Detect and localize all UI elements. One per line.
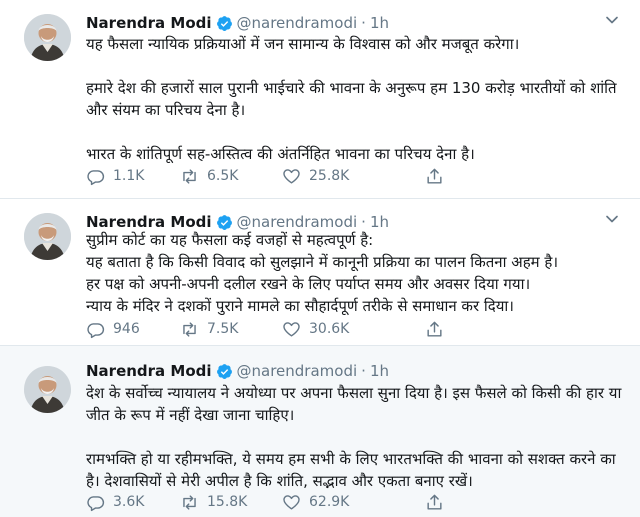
like-button[interactable]: 62.9K: [282, 493, 349, 512]
tweet-header: Narendra Modi @narendramodi · 1h: [86, 12, 389, 34]
separator-dot: ·: [361, 14, 366, 32]
retweet-count: 15.8K: [207, 494, 248, 510]
heart-icon: [283, 494, 300, 510]
retweet-icon: [183, 168, 196, 184]
like-button[interactable]: 25.8K: [282, 167, 349, 186]
verified-badge-icon: [216, 363, 233, 380]
like-count: 30.6K: [309, 321, 350, 337]
avatar[interactable]: [24, 366, 71, 413]
avatar[interactable]: [24, 14, 71, 61]
tweet-text: यह फैसला न्यायिक प्रक्रियाओं में जन सामा…: [86, 33, 626, 165]
like-button[interactable]: 30.6K: [282, 320, 349, 339]
share-icon: [427, 494, 442, 510]
tweet-paragraph: यह फैसला न्यायिक प्रक्रियाओं में जन सामा…: [86, 35, 520, 53]
tweet-paragraph: यह बताता है कि किसी विवाद को सुलझाने में…: [86, 253, 559, 271]
tweet-paragraph: भारत के शांतिपूर्ण सह-अस्तित्व की अंतर्न…: [86, 145, 475, 163]
reply-button[interactable]: 946: [86, 320, 140, 339]
heart-icon: [283, 168, 300, 184]
like-count: 25.8K: [309, 168, 350, 184]
tweet-actions: 946 7.5K 30.6K: [86, 317, 536, 341]
reply-button[interactable]: 3.6K: [86, 493, 144, 512]
tweet-3[interactable]: Narendra Modi @narendramodi · 1h देश के …: [0, 346, 640, 517]
reply-count: 946: [113, 321, 140, 337]
share-icon: [427, 168, 442, 184]
avatar-image: [24, 213, 71, 260]
retweet-count: 6.5K: [207, 168, 239, 184]
tweet-actions: 1.1K 6.5K 25.8K: [86, 164, 536, 188]
tweet-paragraph: सुप्रीम कोर्ट का यह फैसला कई वजहों से मह…: [86, 231, 374, 249]
author-name[interactable]: Narendra Modi: [86, 362, 212, 380]
tweet-paragraph: देश के सर्वोच्च न्यायालय ने अयोध्या पर अ…: [86, 384, 622, 424]
reply-icon: [87, 495, 105, 511]
retweet-button[interactable]: 15.8K: [180, 493, 247, 512]
reply-button[interactable]: 1.1K: [86, 167, 144, 186]
reply-count: 3.6K: [113, 494, 145, 510]
chevron-down-icon[interactable]: [602, 10, 622, 30]
share-button[interactable]: [425, 320, 452, 339]
retweet-button[interactable]: 7.5K: [180, 320, 238, 339]
share-icon: [427, 321, 442, 337]
separator-dot: ·: [361, 362, 366, 380]
author-handle[interactable]: @narendramodi: [237, 14, 358, 32]
tweet-header: Narendra Modi @narendramodi · 1h: [86, 360, 389, 382]
reply-count: 1.1K: [113, 168, 145, 184]
retweet-icon: [183, 321, 196, 337]
retweet-button[interactable]: 6.5K: [180, 167, 238, 186]
verified-badge-icon: [216, 214, 233, 231]
retweet-icon: [183, 494, 196, 510]
tweet-text: सुप्रीम कोर्ट का यह फैसला कई वजहों से मह…: [86, 229, 626, 317]
share-button[interactable]: [425, 167, 452, 186]
tweet-feed: Narendra Modi @narendramodi · 1h यह फैसल…: [0, 0, 640, 517]
heart-icon: [283, 321, 300, 337]
tweet-1[interactable]: Narendra Modi @narendramodi · 1h यह फैसल…: [0, 0, 640, 199]
tweet-timestamp[interactable]: 1h: [370, 14, 389, 32]
share-button[interactable]: [425, 493, 452, 512]
tweet-text: देश के सर्वोच्च न्यायालय ने अयोध्या पर अ…: [86, 382, 626, 492]
tweet-paragraph: न्याय के मंदिर ने दशकों पुराने मामले का …: [86, 297, 514, 315]
tweet-paragraph: रामभक्ति हो या रहीमभक्ति, ये समय हम सभी …: [86, 450, 616, 490]
reply-icon: [87, 169, 105, 185]
verified-badge-icon: [216, 15, 233, 32]
reply-icon: [87, 322, 105, 338]
author-name[interactable]: Narendra Modi: [86, 14, 212, 32]
avatar-image: [24, 14, 71, 61]
tweet-paragraph: हर पक्ष को अपनी-अपनी दलील रखने के लिए पर…: [86, 275, 531, 293]
author-handle[interactable]: @narendramodi: [237, 362, 358, 380]
like-count: 62.9K: [309, 494, 350, 510]
avatar[interactable]: [24, 213, 71, 260]
tweet-actions: 3.6K 15.8K 62.9K: [86, 490, 536, 514]
avatar-image: [24, 366, 71, 413]
tweet-timestamp[interactable]: 1h: [370, 362, 389, 380]
tweet-2[interactable]: Narendra Modi @narendramodi · 1h सुप्रीम…: [0, 199, 640, 346]
tweet-paragraph: हमारे देश की हजारों साल पुरानी भाईचारे क…: [86, 79, 617, 119]
retweet-count: 7.5K: [207, 321, 239, 337]
chevron-down-icon[interactable]: [602, 209, 622, 229]
